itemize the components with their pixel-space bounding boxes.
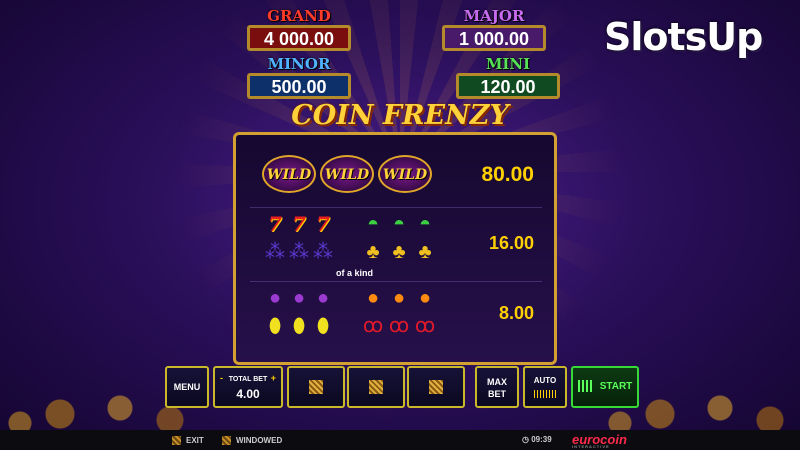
jackpot-major: MAJOR 1 000.00 [442, 8, 546, 54]
slot-icon [309, 380, 323, 394]
increase-bet-button[interactable]: + [271, 373, 276, 383]
auto-button[interactable]: AUTO [523, 366, 567, 408]
paytable-row-high: 7 7 7 ◓ ◓ ◓ ⁂ ⁂ ⁂ ♣ ♣ ♣ of a kind 16.00 [250, 211, 542, 282]
cherry-icon: ꝏ [414, 315, 436, 337]
game-slot-button-3[interactable] [407, 366, 465, 408]
provider-logo: eurocoin INTERACTIVE [572, 432, 627, 449]
plum-icon: ● [292, 287, 306, 309]
autoplay-icon [534, 390, 556, 398]
jackpot-minor-value: 500.00 [247, 73, 351, 99]
clock-time: 09:39 [531, 435, 552, 444]
paytable-row-wild: WILD WILD WILD 80.00 [250, 143, 542, 208]
windowed-label: WINDOWED [236, 436, 283, 445]
game-slot-button-2[interactable] [347, 366, 405, 408]
menu-button[interactable]: MENU [165, 366, 209, 408]
start-icon [577, 380, 594, 393]
auto-label: AUTO [533, 376, 557, 385]
wild-symbol-icon: WILD [378, 155, 432, 193]
windowed-button[interactable]: WINDOWED [222, 436, 283, 446]
bell-icon: ♣ [366, 241, 380, 263]
paytable-panel: WILD WILD WILD 80.00 7 7 7 ◓ ◓ ◓ ⁂ ⁂ ⁂ ♣… [233, 132, 557, 365]
payout-value: 8.00 [498, 303, 534, 323]
bottom-bar: EXIT WINDOWED ◷ 09:39 eurocoin INTERACTI… [0, 430, 800, 450]
max-bet-label: MAX BET [487, 377, 507, 399]
lemon-icon: ⬮ [316, 315, 330, 337]
brand-logo: SlotsUp [604, 15, 763, 59]
slot-icon [369, 380, 383, 394]
exit-button[interactable]: EXIT [172, 436, 204, 446]
wild-symbol-icon: WILD [262, 155, 316, 193]
slot-icon [429, 380, 443, 394]
orange-icon: ● [392, 287, 406, 309]
grapes-icon: ⁂ [313, 241, 333, 263]
decrease-bet-button[interactable]: - [220, 373, 223, 383]
of-a-kind-label: of a kind [336, 268, 374, 278]
jackpot-grand-value: 4 000.00 [247, 25, 351, 51]
clock: ◷ 09:39 [522, 435, 552, 444]
bell-icon: ♣ [392, 241, 406, 263]
payout-value: 80.00 [481, 163, 534, 186]
cherry-icon: ꝏ [388, 315, 410, 337]
jackpot-major-name: MAJOR [463, 7, 525, 25]
bell-icon: ♣ [418, 241, 432, 263]
seven-icon: 7 [292, 212, 306, 236]
seven-icon: 7 [268, 212, 282, 236]
jackpot-grand-name: GRAND [267, 7, 331, 25]
jackpot-major-value: 1 000.00 [442, 25, 546, 51]
wild-symbol-icon: WILD [320, 155, 374, 193]
windowed-icon [222, 436, 231, 446]
orange-icon: ● [366, 287, 380, 309]
lemon-icon: ⬮ [268, 315, 282, 337]
seven-icon: 7 [316, 212, 330, 236]
watermelon-icon: ◓ [392, 213, 406, 235]
grapes-icon: ⁂ [265, 241, 285, 263]
orange-icon: ● [418, 287, 432, 309]
start-button[interactable]: START [571, 366, 639, 408]
payout-value: 16.00 [488, 233, 534, 253]
exit-label: EXIT [186, 436, 204, 445]
jackpot-mini-name: MINI [485, 55, 531, 73]
plum-icon: ● [316, 287, 330, 309]
cherry-icon: ꝏ [362, 315, 384, 337]
jackpot-grand: GRAND 4 000.00 [247, 8, 351, 54]
watermelon-icon: ◓ [418, 213, 432, 235]
plum-icon: ● [268, 287, 282, 309]
game-title: COIN FRENZY [291, 100, 509, 131]
clock-icon: ◷ [522, 435, 532, 444]
max-bet-button[interactable]: MAX BET [475, 366, 519, 408]
watermelon-icon: ◓ [366, 213, 380, 235]
exit-icon [172, 436, 181, 446]
total-bet-value: 4.00 [236, 387, 260, 401]
lemon-icon: ⬮ [292, 315, 306, 337]
jackpot-minor: MINOR 500.00 [247, 56, 351, 102]
total-bet-control[interactable]: - + TOTAL BET 4.00 [213, 366, 283, 408]
jackpot-mini: MINI 120.00 [456, 56, 560, 102]
provider-sub: INTERACTIVE [572, 444, 610, 449]
jackpot-minor-name: MINOR [267, 55, 331, 73]
grapes-icon: ⁂ [289, 241, 309, 263]
jackpot-mini-value: 120.00 [456, 73, 560, 99]
paytable-row-low: ● ● ● ● ● ● ⬮ ⬮ ⬮ ꝏ ꝏ ꝏ 8.00 [250, 285, 542, 355]
start-label: START [599, 381, 633, 392]
game-slot-button-1[interactable] [287, 366, 345, 408]
